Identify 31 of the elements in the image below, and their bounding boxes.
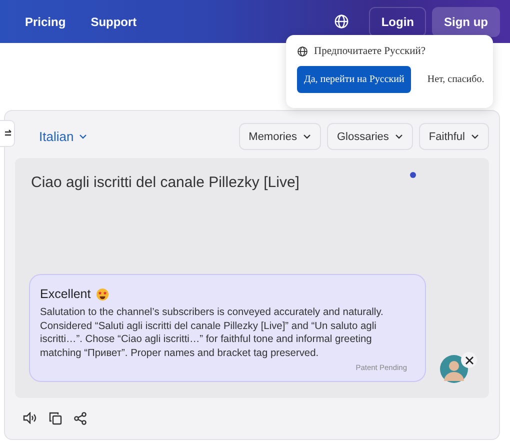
close-button[interactable]: [461, 352, 477, 368]
option-dropdown[interactable]: Faithful: [418, 123, 489, 150]
avatar: [440, 355, 468, 383]
nav-link[interactable]: Support: [90, 14, 137, 28]
nav-link[interactable]: Pricing: [25, 14, 66, 28]
globe-icon: [297, 46, 308, 57]
language-question: Предпочитаете Русский?: [314, 46, 426, 57]
copy-icon: [49, 412, 62, 424]
caret-icon: [78, 134, 87, 139]
star-eyes-emoji-icon: [96, 288, 109, 300]
share-button[interactable]: [74, 412, 87, 424]
option-dropdown[interactable]: Glossaries: [326, 123, 413, 150]
share-icon: [74, 412, 87, 424]
decline-button[interactable]: Нет, спасибо.: [421, 73, 490, 86]
speaker-icon: [23, 412, 37, 424]
rating-label: Excellent: [40, 287, 91, 301]
translated-text: Ciao agli iscritti del canale Pillezky [Live]: [31, 174, 300, 191]
language-selector[interactable]: Italian: [33, 128, 93, 145]
caret-icon: [394, 134, 403, 139]
accept-button[interactable]: Да, перейти на Русский: [297, 66, 412, 93]
copy-button[interactable]: [49, 412, 62, 424]
caret-icon: [471, 134, 479, 139]
signup-button[interactable]: Sign up: [432, 6, 500, 36]
option-dropdown[interactable]: Memories: [238, 123, 321, 150]
caret-icon: [302, 134, 311, 139]
globe-icon[interactable]: [334, 14, 350, 29]
swap-icon: [5, 129, 12, 138]
dot-icon: [410, 172, 416, 178]
speaker-button[interactable]: [23, 412, 37, 424]
close-icon: [464, 356, 474, 364]
feedback-text: Salutation to the channel’s subscribers is conveyed accurately and naturally. Considered “Saluti agli iscritti del canale Pillezky [Live]” and “Un saluto agli iscritti…”. Chose “Ciao agli iscritti…” for faithful tone and informal greeting matching “Привет”. Proper names and bracket tag preserved.: [40, 306, 384, 360]
